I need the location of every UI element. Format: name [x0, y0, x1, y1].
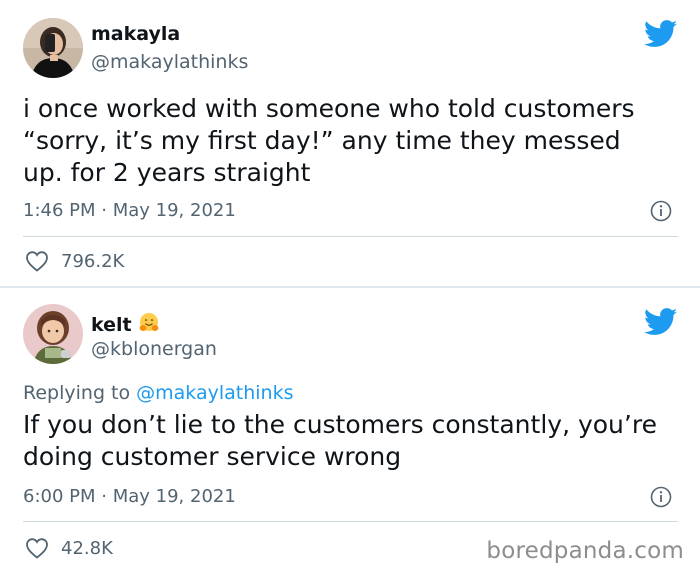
tweet-date: May 19, 2021	[112, 200, 236, 221]
avatar-kelt[interactable]	[23, 304, 83, 364]
display-name[interactable]: kelt	[91, 312, 160, 336]
timestamp-separator: ·	[95, 486, 113, 507]
heart-icon	[26, 538, 48, 559]
tweet-body: i once worked with someone who told cust…	[23, 93, 673, 189]
tweet-date: May 19, 2021	[112, 486, 236, 507]
divider	[23, 521, 678, 522]
avatar-photo-icon	[23, 18, 83, 78]
tweet-time: 6:00 PM	[23, 486, 96, 507]
tweet-timestamp[interactable]: 6:00 PM · May 19, 2021	[23, 486, 236, 507]
tweet-time: 1:46 PM	[23, 200, 96, 221]
info-icon[interactable]	[650, 486, 672, 508]
tweet-body-line: i once worked with someone who told cust…	[23, 94, 635, 123]
tweet-card-2: kelt @kblonergan Replying to @makaylathi…	[0, 288, 700, 575]
tweet-body-line: If you don’t lie to the customers consta…	[23, 410, 657, 439]
heart-icon	[26, 251, 48, 272]
avatar-illustration-icon	[23, 304, 83, 364]
user-handle[interactable]: @makaylathinks	[91, 51, 248, 73]
watermark: boredpanda.com	[486, 538, 684, 564]
tweet-timestamp[interactable]: 1:46 PM · May 19, 2021	[23, 200, 236, 221]
avatar-makayla[interactable]	[23, 18, 83, 78]
tweet-body: If you don’t lie to the customers consta…	[23, 409, 673, 473]
tweet-body-line: doing customer service wrong	[23, 442, 402, 471]
twitter-bird-icon[interactable]	[644, 20, 678, 48]
display-name-text: kelt	[91, 314, 132, 336]
info-icon[interactable]	[650, 200, 672, 222]
replying-prefix: Replying to	[23, 382, 137, 404]
divider	[23, 236, 678, 237]
replying-to-link[interactable]: @makaylathinks	[136, 382, 293, 404]
user-handle[interactable]: @kblonergan	[91, 338, 217, 360]
timestamp-separator: ·	[95, 200, 113, 221]
like-button[interactable]: 42.8K	[25, 537, 113, 559]
replying-to: Replying to @makaylathinks	[23, 382, 294, 404]
like-count: 796.2K	[61, 250, 125, 272]
tweet-body-line: up. for 2 years straight	[23, 158, 311, 187]
hugging-face-emoji-icon	[139, 313, 159, 331]
twitter-bird-icon[interactable]	[644, 308, 678, 336]
tweet-body-line: “sorry, it’s my first day!” any time the…	[23, 126, 621, 155]
like-count: 42.8K	[61, 537, 113, 559]
like-button[interactable]: 796.2K	[25, 250, 124, 272]
tweet-card-1: makayla @makaylathinks i once worked wit…	[0, 0, 700, 287]
display-name[interactable]: makayla	[91, 23, 180, 45]
